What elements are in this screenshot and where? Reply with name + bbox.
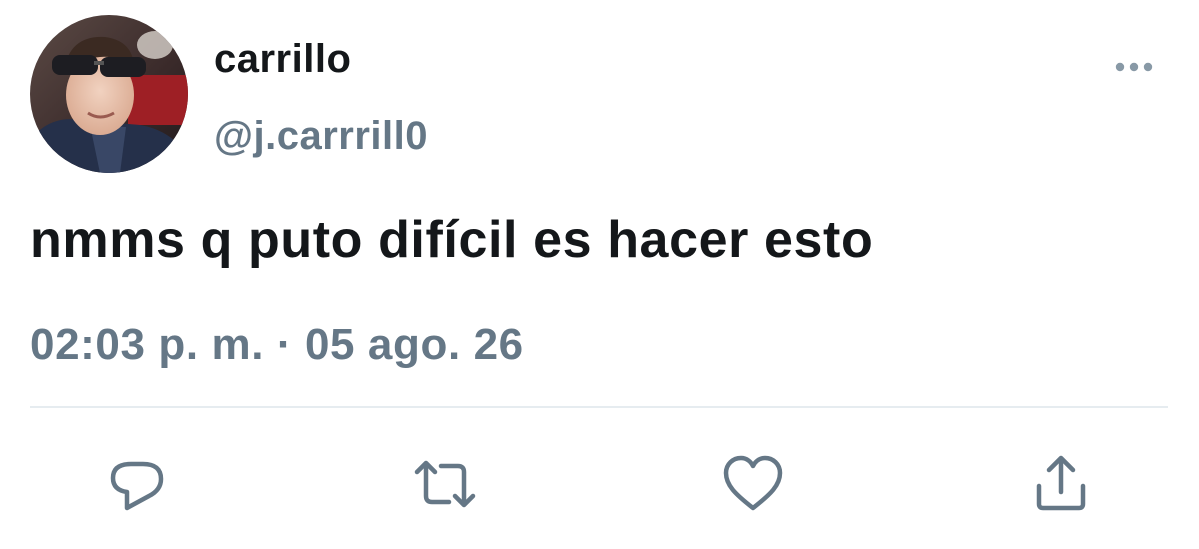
reply-button[interactable] xyxy=(105,452,169,516)
tweet-timestamp[interactable]: 02:03 p. m. · 05 ago. 26 xyxy=(30,320,524,370)
avatar[interactable] xyxy=(30,15,188,173)
more-icon xyxy=(1115,62,1153,72)
meta-separator: · xyxy=(276,320,293,369)
heart-icon xyxy=(723,455,783,511)
tweet-time: 02:03 p. m. xyxy=(30,320,265,369)
display-name[interactable]: carrillo xyxy=(214,36,351,82)
retweet-icon xyxy=(414,460,476,508)
share-icon xyxy=(1036,455,1086,511)
divider xyxy=(30,406,1168,408)
avatar-photo xyxy=(30,15,188,173)
tweet-date: 05 ago. 26 xyxy=(304,320,524,369)
reply-icon xyxy=(110,461,164,511)
like-button[interactable] xyxy=(721,452,785,516)
user-handle[interactable]: @j.carrrill0 xyxy=(214,113,428,159)
retweet-button[interactable] xyxy=(413,452,477,516)
share-button[interactable] xyxy=(1029,452,1093,516)
more-options-button[interactable] xyxy=(1112,52,1156,82)
tweet-text: nmms q puto difícil es hacer esto xyxy=(30,211,874,269)
